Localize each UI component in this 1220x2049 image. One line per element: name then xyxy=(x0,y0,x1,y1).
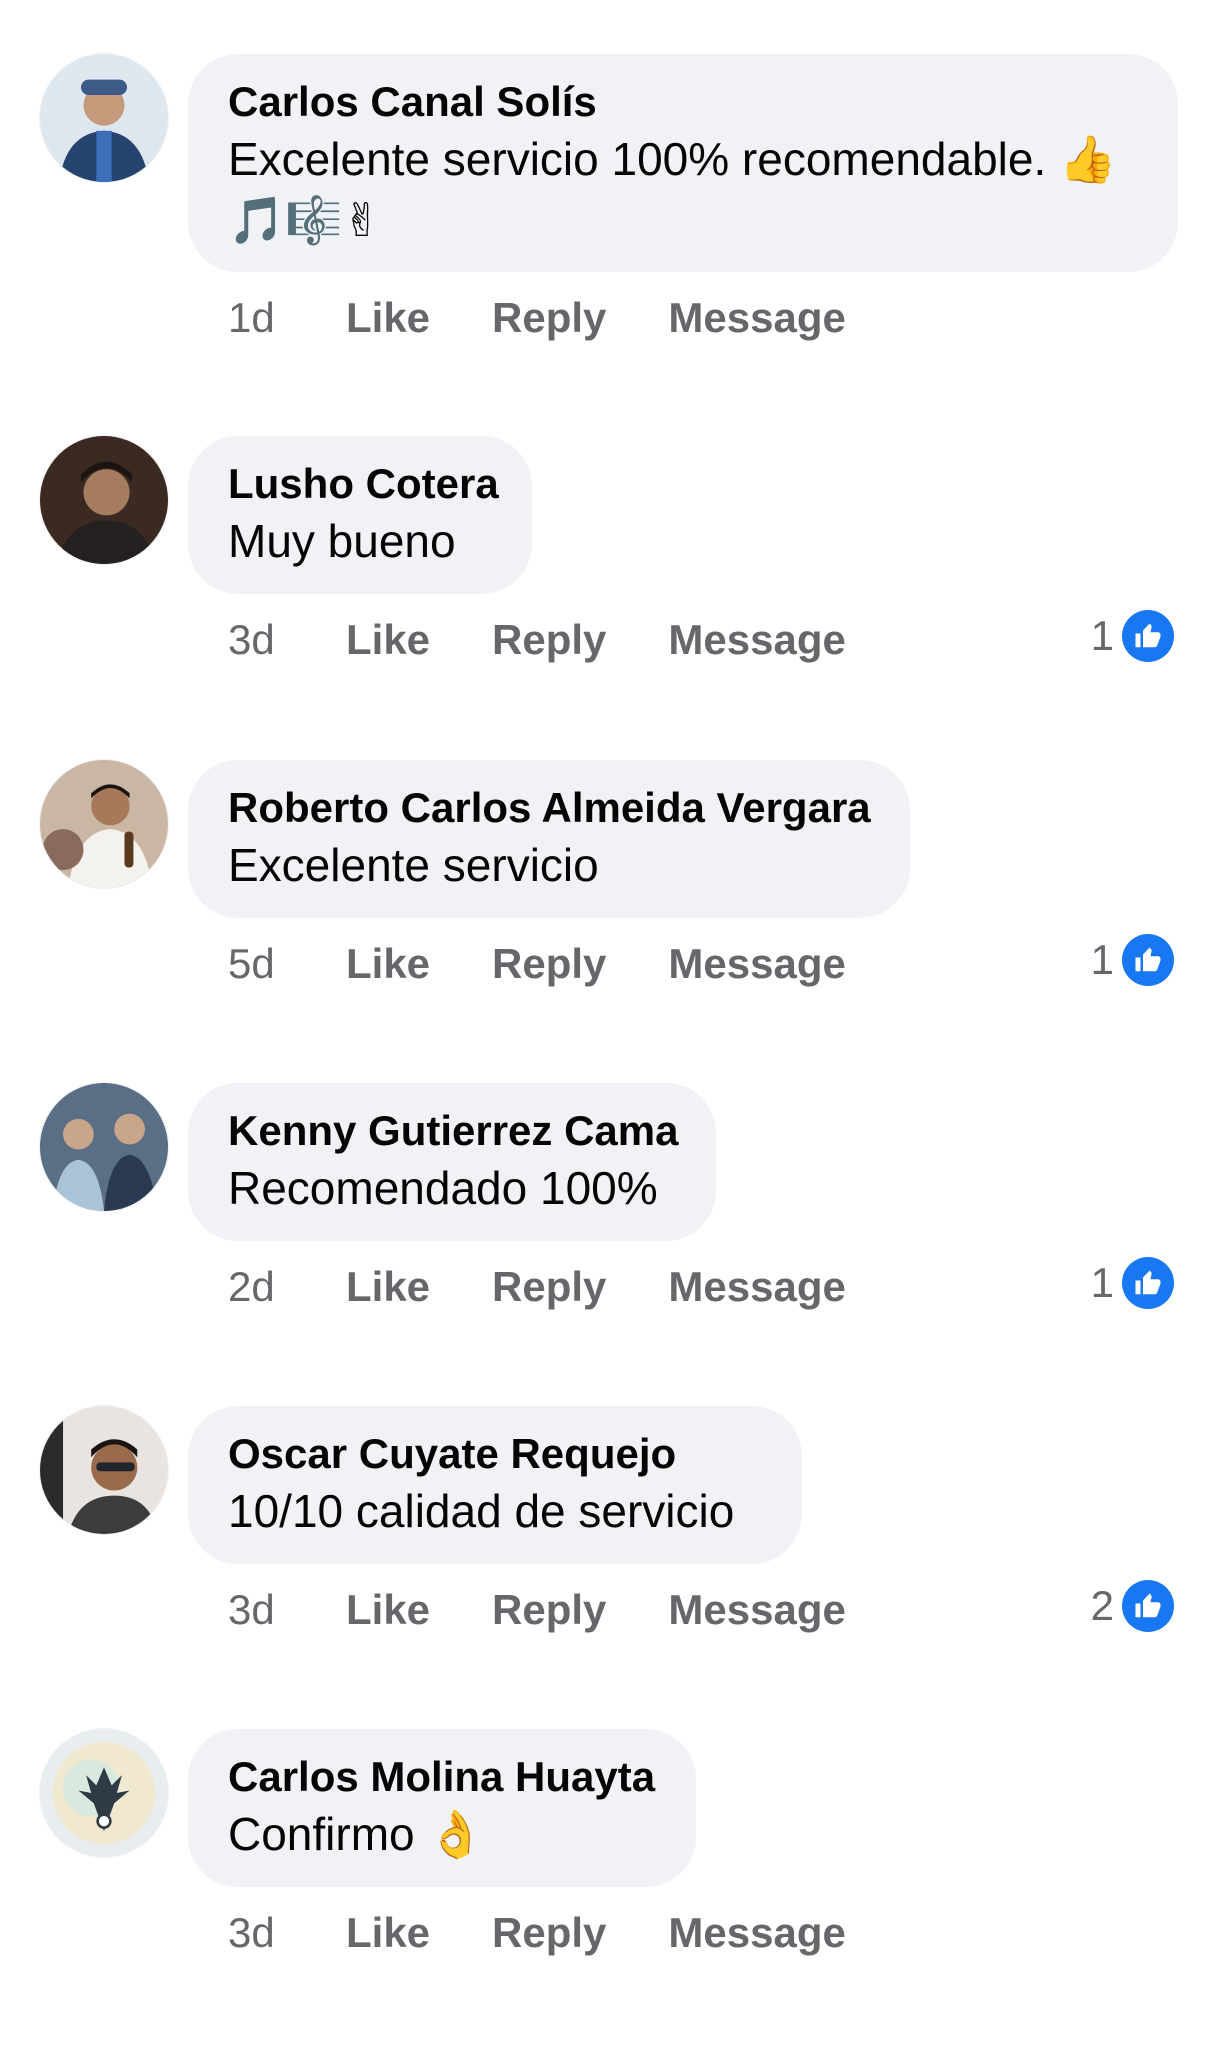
comment-bubble: Kenny Gutierrez Cama Recomendado 100% xyxy=(188,1083,716,1241)
comment-timestamp[interactable]: 3d xyxy=(228,1909,346,1957)
reply-button[interactable]: Reply xyxy=(492,294,606,342)
comment-timestamp[interactable]: 3d xyxy=(228,616,346,664)
message-button[interactable]: Message xyxy=(668,1263,845,1311)
like-button[interactable]: Like xyxy=(346,940,430,988)
reply-button[interactable]: Reply xyxy=(492,1909,606,1957)
reply-button[interactable]: Reply xyxy=(492,940,606,988)
comment-text: 10/10 calidad de servicio xyxy=(228,1485,735,1537)
comment: Carlos Canal Solís Excelente servicio 10… xyxy=(0,54,1220,374)
comment-author[interactable]: Oscar Cuyate Requejo xyxy=(228,1428,758,1480)
comment: Kenny Gutierrez Cama Recomendado 100% 2d… xyxy=(0,1083,1220,1403)
comment-author[interactable]: Carlos Canal Solís xyxy=(228,76,1134,128)
comment-text: Excelente servicio 100% recomendable. 👍 xyxy=(228,133,1117,185)
comment-author[interactable]: Carlos Molina Huayta xyxy=(228,1751,655,1803)
reaction-count[interactable]: 1 xyxy=(1091,934,1174,986)
comment-bubble: Carlos Canal Solís Excelente servicio 10… xyxy=(188,54,1178,272)
comment-timestamp[interactable]: 1d xyxy=(228,294,346,342)
avatar[interactable] xyxy=(40,1406,168,1534)
thumbs-up-icon xyxy=(1122,610,1174,662)
like-button[interactable]: Like xyxy=(346,294,430,342)
reaction-count[interactable]: 1 xyxy=(1091,610,1174,662)
like-button[interactable]: Like xyxy=(346,616,430,664)
comment: Roberto Carlos Almeida Vergara Excelente… xyxy=(0,760,1220,1080)
comment-text: Excelente servicio xyxy=(228,839,599,891)
comment-bubble: Carlos Molina Huayta Confirmo 👌 xyxy=(188,1729,696,1887)
comment-actions: 3d Like Reply Message xyxy=(228,1586,908,1634)
reaction-count[interactable]: 1 xyxy=(1091,1257,1174,1309)
reply-button[interactable]: Reply xyxy=(492,1586,606,1634)
comment-timestamp[interactable]: 3d xyxy=(228,1586,346,1634)
reply-button[interactable]: Reply xyxy=(492,616,606,664)
comment: Lusho Cotera Muy bueno 3d Like Reply Messag… xyxy=(0,436,1220,756)
like-button[interactable]: Like xyxy=(346,1909,430,1957)
comment-emoji-line: 🎵🎼✌ xyxy=(228,193,382,247)
comment-author[interactable]: Roberto Carlos Almeida Vergara xyxy=(228,782,871,834)
like-button[interactable]: Like xyxy=(346,1586,430,1634)
reaction-count-number: 2 xyxy=(1090,1582,1114,1629)
comment: Oscar Cuyate Requejo 10/10 calidad de se… xyxy=(0,1406,1220,1726)
comment-bubble: Oscar Cuyate Requejo 10/10 calidad de se… xyxy=(188,1406,802,1564)
avatar[interactable] xyxy=(40,436,168,564)
comment-text: Confirmo 👌 xyxy=(228,1808,485,1860)
message-button[interactable]: Message xyxy=(668,1909,845,1957)
thumbs-up-icon xyxy=(1122,934,1174,986)
comment-timestamp[interactable]: 2d xyxy=(228,1263,346,1311)
comment-bubble: Roberto Carlos Almeida Vergara Excelente… xyxy=(188,760,910,918)
comment-author[interactable]: Lusho Cotera xyxy=(228,458,499,510)
comment-actions: 1d Like Reply Message xyxy=(228,294,908,342)
comment-actions: 2d Like Reply Message xyxy=(228,1263,908,1311)
comment-text: Muy bueno xyxy=(228,515,456,567)
comment-timestamp[interactable]: 5d xyxy=(228,940,346,988)
reply-button[interactable]: Reply xyxy=(492,1263,606,1311)
comment-author[interactable]: Kenny Gutierrez Cama xyxy=(228,1105,678,1157)
avatar[interactable] xyxy=(40,1729,168,1857)
avatar[interactable] xyxy=(40,760,168,888)
message-button[interactable]: Message xyxy=(668,940,845,988)
reaction-count-number: 1 xyxy=(1090,936,1114,983)
reaction-count-number: 1 xyxy=(1090,1259,1114,1306)
comment-actions: 5d Like Reply Message xyxy=(228,940,908,988)
comment-text: Recomendado 100% xyxy=(228,1162,658,1214)
avatar[interactable] xyxy=(40,54,168,182)
comment-bubble: Lusho Cotera Muy bueno xyxy=(188,436,532,594)
comment: Carlos Molina Huayta Confirmo 👌 3d Like Re… xyxy=(0,1729,1220,2049)
avatar[interactable] xyxy=(40,1083,168,1211)
like-button[interactable]: Like xyxy=(346,1263,430,1311)
comment-actions: 3d Like Reply Message xyxy=(228,1909,908,1957)
message-button[interactable]: Message xyxy=(668,294,845,342)
reaction-count[interactable]: 2 xyxy=(1091,1580,1174,1632)
message-button[interactable]: Message xyxy=(668,616,845,664)
thumbs-up-icon xyxy=(1122,1580,1174,1632)
thumbs-up-icon xyxy=(1122,1257,1174,1309)
message-button[interactable]: Message xyxy=(668,1586,845,1634)
reaction-count-number: 1 xyxy=(1090,612,1114,659)
comment-actions: 3d Like Reply Message xyxy=(228,616,908,664)
